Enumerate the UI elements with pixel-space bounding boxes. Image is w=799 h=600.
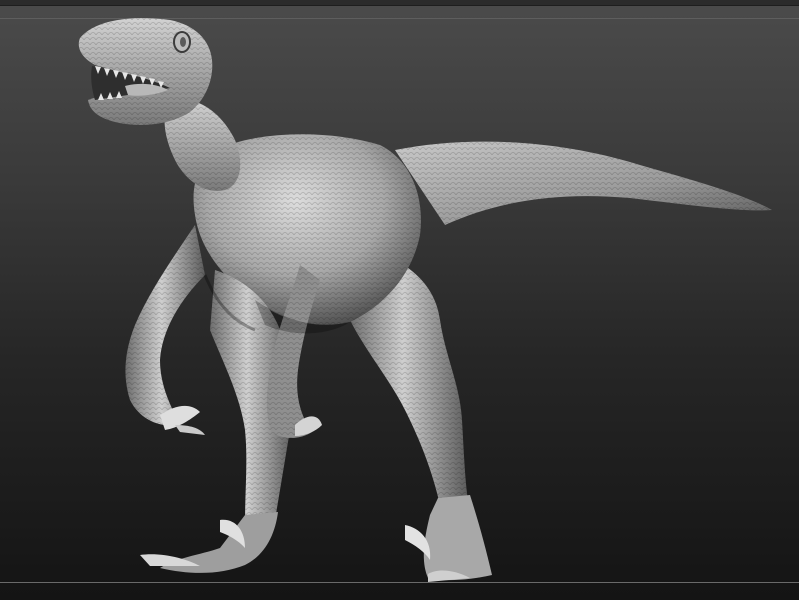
sculpt-viewport[interactable] bbox=[0, 0, 799, 600]
raptor-foot-right bbox=[423, 495, 492, 581]
raptor-model[interactable] bbox=[0, 0, 799, 600]
